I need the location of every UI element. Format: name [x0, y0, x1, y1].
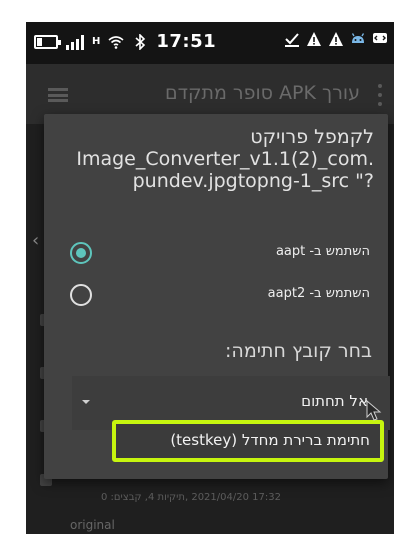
dialog-title-line: pundev.jpgtopng-1_src "?: [132, 170, 374, 192]
download-check-icon: [285, 33, 299, 47]
bluetooth-icon: [135, 33, 146, 50]
hamburger-menu-icon[interactable]: [48, 88, 68, 102]
wifi-icon: [108, 35, 124, 49]
message-icon: [373, 33, 387, 43]
dropdown-arrow-icon: [82, 400, 90, 404]
radio-option-aapt[interactable]: השתמש ב- aapt: [44, 232, 388, 272]
radio-button-unchecked[interactable]: [70, 284, 92, 306]
folder-name: original: [70, 518, 115, 532]
radio-button-checked[interactable]: [70, 242, 92, 264]
warning-icon: [329, 32, 343, 46]
clock-time: 17:51: [156, 31, 217, 52]
dialog-title: לקמפל פרויקט Image_Converter_v1.1(2)_com…: [54, 126, 374, 192]
radio-option-aapt2[interactable]: השתמש ב- aapt2: [44, 274, 388, 314]
select-value: אל תחתום: [301, 392, 368, 410]
dialog-title-line: לקמפל פרויקט: [250, 126, 374, 148]
warning-icon: [307, 32, 321, 46]
android-icon: [351, 33, 365, 43]
signal-icon: [66, 34, 84, 50]
screenshot-frame: H 17:51 עורך APK סופר מתקדם ‹ 17:32 2021…: [0, 0, 414, 546]
dialog-title-line: Image_Converter_v1.1(2)_com.: [76, 148, 374, 170]
network-type-label: H: [92, 36, 101, 47]
dropdown-option-label: חתימת ברירת מחדל (testkey): [170, 431, 370, 449]
phone-screen: H 17:51 עורך APK סופר מתקדם ‹ 17:32 2021…: [26, 22, 394, 534]
battery-icon: [34, 34, 61, 49]
chevron-left-icon: ‹: [32, 230, 40, 251]
kebab-menu-icon[interactable]: [378, 84, 382, 106]
dropdown-option-default-signature[interactable]: חתימת ברירת מחדל (testkey): [112, 420, 384, 462]
radio-label: השתמש ב- aapt2: [267, 286, 370, 301]
folder-meta-text: 17:32 2021/04/20 ,תיקיות 4, קבצים: 0: [101, 492, 281, 503]
signing-file-label: בחר קובץ חתימה:: [225, 340, 372, 362]
status-bar: H 17:51: [26, 22, 394, 64]
radio-label: השתמש ב- aapt: [275, 244, 370, 259]
app-title: עורך APK סופר מתקדם: [165, 82, 360, 104]
mouse-cursor-icon: [366, 400, 382, 421]
